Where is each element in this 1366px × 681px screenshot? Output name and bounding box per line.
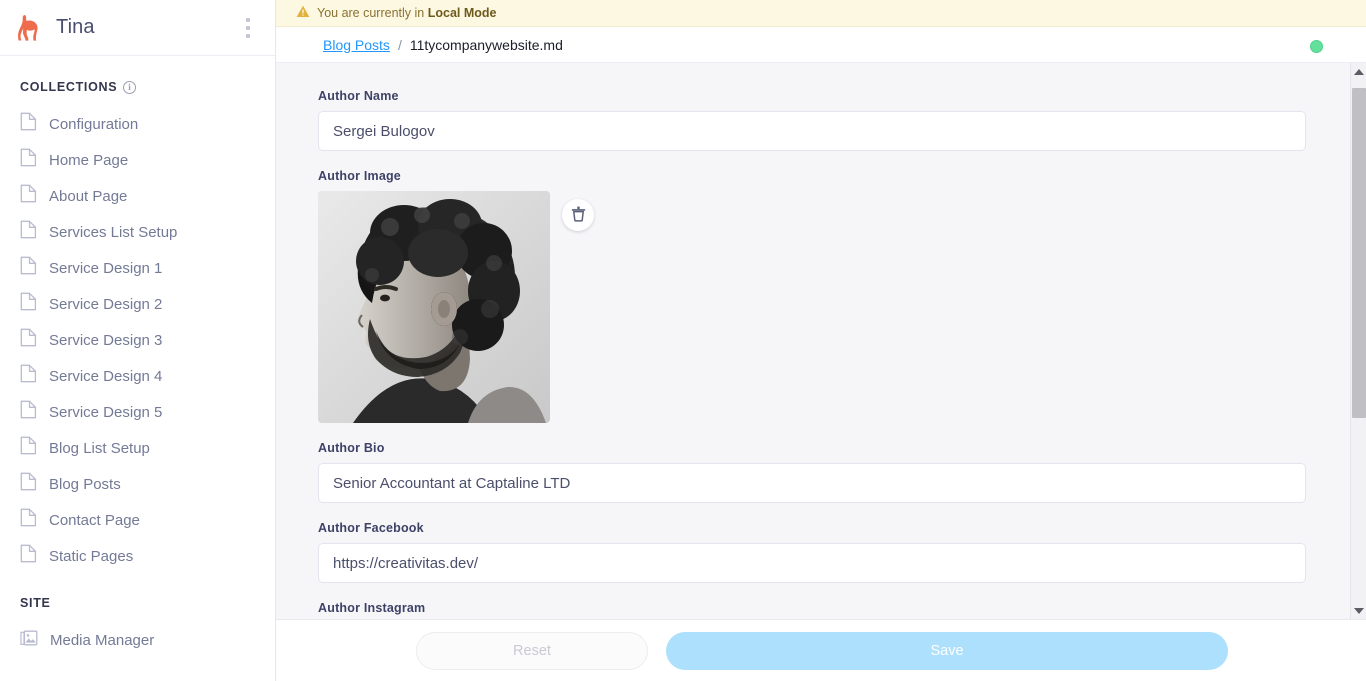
document-icon — [20, 544, 37, 568]
delete-image-button[interactable] — [562, 199, 594, 231]
document-icon — [20, 364, 37, 388]
banner-prefix: You are currently in — [317, 6, 428, 20]
site-section-label: SITE — [0, 596, 275, 610]
nav-item-label: Service Design 2 — [49, 295, 163, 313]
document-icon — [20, 508, 37, 532]
breadcrumb-parent-link[interactable]: Blog Posts — [323, 37, 390, 53]
banner-mode: Local Mode — [427, 6, 497, 20]
reset-button[interactable]: Reset — [416, 631, 648, 670]
sidebar-item-service-design-1[interactable]: Service Design 1 — [0, 250, 275, 286]
collections-section-label: COLLECTIONS i — [0, 80, 275, 94]
nav-item-label: About Page — [49, 187, 128, 205]
info-circle-icon[interactable]: i — [123, 80, 137, 94]
llama-logo-icon — [18, 14, 44, 42]
author-facebook-input[interactable] — [318, 543, 1306, 583]
tina-cms-app: Tina COLLECTIONS i Configuration Home Pag… — [0, 0, 1366, 681]
field-label: Author Bio — [318, 441, 385, 455]
nav-item-label: Blog Posts — [49, 475, 121, 493]
site-list: Media Manager — [0, 622, 275, 658]
sidebar-item-configuration[interactable]: Configuration — [0, 106, 275, 142]
sidebar-item-blog-list-setup[interactable]: Blog List Setup — [0, 430, 275, 466]
scrollbar-thumb[interactable] — [1352, 88, 1366, 418]
field-author-name: Author Name — [318, 89, 1308, 151]
document-icon — [20, 256, 37, 280]
document-icon — [20, 220, 37, 244]
sidebar-nav: COLLECTIONS i Configuration Home Page Abou… — [0, 56, 275, 681]
sidebar-item-static-pages[interactable]: Static Pages — [0, 538, 275, 574]
sidebar-item-service-design-5[interactable]: Service Design 5 — [0, 394, 275, 430]
author-name-input[interactable] — [318, 111, 1306, 151]
sidebar-item-services-list-setup[interactable]: Services List Setup — [0, 214, 275, 250]
image-stack-icon — [20, 629, 38, 652]
breadcrumb-current: 11tycompanywebsite.md — [409, 36, 563, 53]
field-label: Author Name — [318, 89, 399, 103]
field-label: Author Instagram — [318, 601, 426, 615]
author-bio-input[interactable] — [318, 463, 1306, 503]
nav-item-label: Services List Setup — [49, 223, 178, 241]
site-label-text: SITE — [20, 596, 51, 610]
collections-list: Configuration Home Page About Page Services… — [0, 106, 275, 574]
portrait-photo — [318, 191, 550, 423]
nav-item-label: Home Page — [49, 151, 129, 169]
scroll-down-arrow-icon[interactable] — [1351, 602, 1366, 619]
kebab-menu-icon[interactable] — [235, 13, 261, 43]
document-icon — [20, 472, 37, 496]
document-icon — [20, 328, 37, 352]
nav-item-label: Media Manager — [50, 631, 155, 649]
sidebar: Tina COLLECTIONS i Configuration Home Pag… — [0, 0, 276, 681]
field-author-bio: Author Bio — [318, 441, 1308, 503]
sidebar-item-about-page[interactable]: About Page — [0, 178, 275, 214]
field-author-facebook: Author Facebook — [318, 521, 1308, 583]
save-button[interactable]: Save — [666, 631, 1228, 670]
nav-item-label: Static Pages — [49, 547, 134, 565]
scroll-up-arrow-icon[interactable] — [1351, 63, 1366, 80]
green-status-dot[interactable] — [1310, 40, 1323, 53]
field-label: Author Image — [318, 169, 401, 183]
local-mode-banner: You are currently in Local Mode — [276, 0, 1366, 27]
nav-item-label: Service Design 1 — [49, 259, 163, 277]
trash-icon — [571, 206, 586, 225]
local-mode-text: You are currently in Local Mode — [317, 6, 496, 20]
brand[interactable]: Tina — [18, 14, 235, 42]
breadcrumb: Blog Posts / 11tycompanywebsite.md — [276, 27, 1366, 63]
sidebar-item-service-design-3[interactable]: Service Design 3 — [0, 322, 275, 358]
document-icon — [20, 184, 37, 208]
collections-label-text: COLLECTIONS — [20, 80, 118, 94]
sidebar-item-blog-posts[interactable]: Blog Posts — [0, 466, 275, 502]
warning-triangle-icon — [296, 5, 310, 21]
sidebar-item-contact-page[interactable]: Contact Page — [0, 502, 275, 538]
document-icon — [20, 148, 37, 172]
nav-item-label: Contact Page — [49, 511, 140, 529]
form-scroll-region: Author Name Author Image — [276, 63, 1366, 620]
nav-item-label: Service Design 4 — [49, 367, 163, 385]
sidebar-item-home-page[interactable]: Home Page — [0, 142, 275, 178]
main-content: You are currently in Local Mode Blog Pos… — [276, 0, 1366, 681]
form-action-bar: Reset Save — [276, 620, 1366, 681]
nav-item-label: Service Design 5 — [49, 403, 163, 421]
field-label: Author Facebook — [318, 521, 424, 535]
sidebar-item-media-manager[interactable]: Media Manager — [0, 622, 275, 658]
sidebar-item-service-design-2[interactable]: Service Design 2 — [0, 286, 275, 322]
nav-item-label: Blog List Setup — [49, 439, 150, 457]
author-form: Author Name Author Image — [276, 63, 1350, 619]
sidebar-header: Tina — [0, 0, 275, 56]
nav-item-label: Service Design 3 — [49, 331, 163, 349]
field-author-image: Author Image — [318, 169, 1308, 423]
document-icon — [20, 436, 37, 460]
author-image-thumbnail[interactable] — [318, 191, 550, 423]
sidebar-item-service-design-4[interactable]: Service Design 4 — [0, 358, 275, 394]
breadcrumb-separator: / — [397, 36, 402, 53]
form-scrollbar[interactable] — [1350, 63, 1366, 619]
brand-title: Tina — [56, 16, 95, 38]
document-icon — [20, 112, 37, 136]
document-icon — [20, 400, 37, 424]
field-author-instagram: Author Instagram — [318, 601, 1308, 619]
document-icon — [20, 292, 37, 316]
nav-item-label: Configuration — [49, 115, 139, 133]
